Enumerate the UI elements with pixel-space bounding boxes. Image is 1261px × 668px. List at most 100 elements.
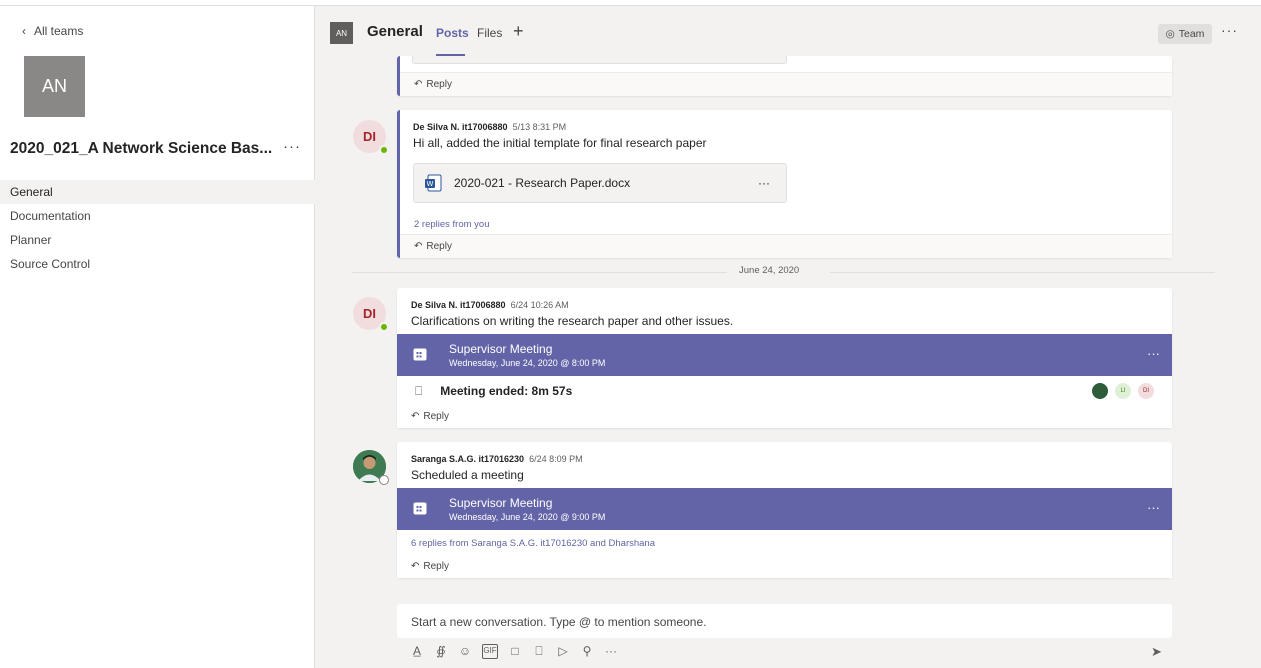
channel-team-avatar: AN [330,22,353,44]
message-card: Saranga S.A.G. it17016230 6/24 8:09 PM S… [397,442,1172,578]
meeting-date: Wednesday, June 24, 2020 @ 9:00 PM [449,512,606,522]
presence-available-icon [379,322,389,332]
team-sidebar: ‹ All teams AN 2020_021_A Network Scienc… [0,6,315,668]
team-button[interactable]: ◎ Team [1158,24,1212,44]
message-body: De Silva N. it17006880 5/13 8:31 PM Hi a… [413,122,707,150]
meeting-title: Supervisor Meeting [449,342,553,356]
channel-title: General [367,23,423,40]
all-teams-label: All teams [34,24,84,38]
reply-button[interactable]: ↶ Reply [400,234,1172,258]
author-name[interactable]: Saranga S.A.G. it17016230 [411,454,524,464]
channel-item-documentation[interactable]: Documentation [0,204,315,228]
compose-toolbar: A̲ ∯ ☺ GIF □ ⎕ ▷ ⚲ ··· [410,644,618,659]
video-camera-icon: ⎕ [415,383,423,398]
avatar[interactable]: DI [353,120,389,155]
message-card: De Silva N. it17006880 6/24 10:26 AM Cla… [397,288,1172,428]
team-avatar: AN [24,56,85,117]
meeting-more-options-icon[interactable]: ··· [1147,346,1160,361]
meeting-date: Wednesday, June 24, 2020 @ 8:00 PM [449,358,606,368]
presence-away-icon [379,475,389,485]
word-document-icon: W [425,174,442,192]
message-body: Saranga S.A.G. it17016230 6/24 8:09 PM S… [411,454,583,482]
message-text: Scheduled a meeting [411,468,524,482]
all-teams-link[interactable]: ‹ All teams [22,24,83,38]
chevron-left-icon: ‹ [22,24,26,38]
meeting-more-options-icon[interactable]: ··· [1147,500,1160,515]
svg-text:W: W [427,180,434,188]
meet-now-icon[interactable]: ⎕ [532,644,546,659]
reply-arrow-icon: ↶ [411,560,420,572]
send-icon[interactable]: ➤ [1151,644,1162,660]
more-icon[interactable]: ··· [604,644,618,659]
replies-summary-link[interactable]: 2 replies from you [414,219,490,230]
author-name[interactable]: De Silva N. it17006880 [413,122,508,132]
reply-label: Reply [426,241,452,252]
compose-box[interactable]: Start a new conversation. Type @ to ment… [397,604,1172,638]
participant-avatar[interactable]: DI [1138,383,1154,399]
avatar[interactable] [353,450,389,485]
message-meta: De Silva N. it17006880 6/24 10:26 AM [411,300,733,310]
channel-header: AN General Posts Files + ◎ Team ··· [315,6,1261,56]
file-card [412,56,787,64]
channel-list: General Documentation Planner Source Con… [0,180,315,276]
author-name[interactable]: De Silva N. it17006880 [411,300,506,310]
add-tab-icon[interactable]: + [513,21,524,42]
reply-button[interactable]: ↶ Reply [397,404,1172,428]
meeting-ended-label: Meeting ended: 8m 57s [440,384,573,398]
presence-available-icon [379,145,389,155]
reply-button[interactable]: ↶ Reply [400,72,1172,96]
channel-item-general[interactable]: General [0,180,315,204]
date-separator: June 24, 2020 [352,262,1215,282]
replies-summary-link[interactable]: 6 replies from Saranga S.A.G. it17016230… [411,538,655,549]
channel-item-planner[interactable]: Planner [0,228,315,252]
message-meta: Saranga S.A.G. it17016230 6/24 8:09 PM [411,454,583,464]
participant-avatar[interactable] [1092,383,1108,399]
message-meta: De Silva N. it17006880 5/13 8:31 PM [413,122,707,132]
divider [830,272,1215,273]
emoji-icon[interactable]: ☺ [458,644,472,659]
team-name: 2020_021_A Network Science Bas... [10,140,273,157]
file-attachment[interactable]: W 2020-021 - Research Paper.docx ··· [413,163,787,203]
reply-label: Reply [426,79,452,90]
message-text: Hi all, added the initial template for f… [413,136,707,150]
meeting-card[interactable]: Supervisor Meeting Wednesday, June 24, 2… [397,488,1172,530]
reply-label: Reply [423,560,449,572]
avatar-initials: DI [363,129,376,144]
meeting-card[interactable]: Supervisor Meeting Wednesday, June 24, 2… [397,334,1172,376]
divider [352,272,727,273]
date-separator-label: June 24, 2020 [739,265,800,276]
team-more-options-icon[interactable]: ··· [283,138,301,155]
team-button-label: Team [1178,28,1205,40]
participant-avatar[interactable]: LI [1115,383,1131,399]
reply-button[interactable]: ↶ Reply [397,554,1172,578]
reply-arrow-icon: ↶ [414,241,423,252]
file-name: 2020-021 - Research Paper.docx [454,176,631,190]
avatar[interactable]: DI [353,297,389,332]
gif-icon[interactable]: GIF [482,644,498,659]
tab-files[interactable]: Files [477,26,502,40]
calendar-icon [413,348,427,361]
tab-posts[interactable]: Posts [436,26,469,40]
avatar-initials: DI [363,306,376,321]
message-card: De Silva N. it17006880 5/13 8:31 PM Hi a… [397,110,1172,258]
reply-arrow-icon: ↶ [411,410,420,422]
meeting-title: Supervisor Meeting [449,496,553,510]
attach-icon[interactable]: ∯ [434,644,448,659]
reply-label: Reply [423,410,449,422]
file-more-options-icon[interactable]: ··· [758,176,770,190]
meeting-ended-row: ⎕ Meeting ended: 8m 57s [397,378,1172,404]
message-timestamp: 6/24 8:09 PM [529,454,583,464]
header-more-options-icon[interactable]: ··· [1221,22,1238,38]
channel-item-source-control[interactable]: Source Control [0,252,315,276]
reply-arrow-icon: ↶ [414,79,423,90]
sticker-icon[interactable]: □ [508,644,522,659]
format-icon[interactable]: A̲ [410,644,424,659]
eye-icon: ◎ [1165,28,1175,40]
message-text: Clarifications on writing the research p… [411,314,734,328]
calendar-icon [413,502,427,515]
stream-icon[interactable]: ▷ [556,644,570,659]
message-timestamp: 6/24 10:26 AM [510,300,569,310]
message-timestamp: 5/13 8:31 PM [512,122,567,132]
message-card: ↶ Reply [397,56,1172,96]
praise-icon[interactable]: ⚲ [580,644,594,659]
